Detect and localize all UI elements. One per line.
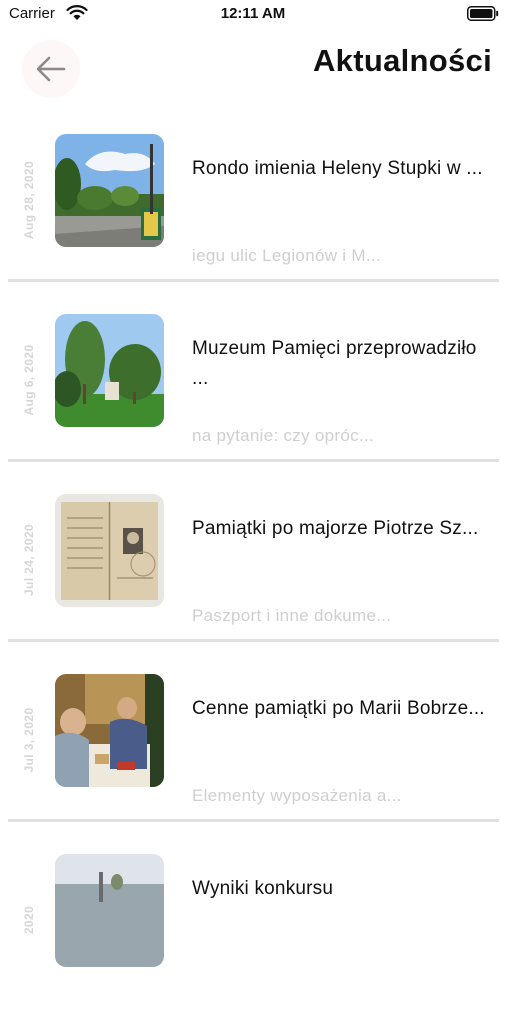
news-thumbnail: [55, 494, 164, 607]
news-thumbnail: [55, 134, 164, 247]
divider: [8, 639, 499, 642]
news-title: Rondo imienia Heleny Stupki w ...: [192, 158, 483, 179]
news-excerpt: Elementy wyposażenia a...: [192, 786, 402, 805]
arrow-left-icon: [36, 56, 66, 82]
news-title: Muzeum Pamięci przeprowadziło ...: [192, 338, 477, 389]
news-date: Aug 28, 2020: [22, 160, 36, 240]
news-date: Jul 3, 2020: [22, 707, 36, 773]
news-excerpt: Paszport i inne dokume...: [192, 606, 392, 625]
news-item[interactable]: 2020 Wyniki konkursu: [0, 840, 506, 1002]
back-button[interactable]: [22, 40, 80, 98]
news-item[interactable]: Aug 28, 2020 Rondo imienia Heleny Stupki…: [0, 120, 506, 282]
news-list: Aug 28, 2020 Rondo imienia Heleny Stupki…: [0, 120, 506, 1020]
clock: 12:11 AM: [220, 5, 286, 22]
status-bar: Carrier 12:11 AM: [0, 0, 506, 30]
news-thumbnail: [55, 314, 164, 427]
news-item[interactable]: Jul 24, 2020 Pamiątki po majorze Piotrze…: [0, 480, 506, 642]
news-date: 2020: [22, 905, 36, 935]
battery-icon: [467, 6, 499, 21]
news-thumbnail: [55, 854, 164, 967]
divider: [8, 279, 499, 282]
news-item[interactable]: Aug 6, 2020 Muzeum Pamięci przeprowadził…: [0, 300, 506, 462]
news-item[interactable]: Jul 3, 2020 Cenne pamiątki po Marii Bobr…: [0, 660, 506, 822]
news-title: Cenne pamiątki po Marii Bobrze...: [192, 698, 485, 719]
news-date: Jul 24, 2020: [22, 523, 36, 597]
news-date: Aug 6, 2020: [22, 344, 36, 416]
news-thumbnail: [55, 674, 164, 787]
news-excerpt: na pytanie: czy opróc...: [192, 426, 375, 445]
news-title: Pamiątki po majorze Piotrze Sz...: [192, 518, 479, 539]
divider: [8, 819, 499, 822]
divider: [8, 459, 499, 462]
news-excerpt: iegu ulic Legionów i M...: [192, 246, 381, 265]
page-title: Aktualności: [312, 43, 492, 78]
